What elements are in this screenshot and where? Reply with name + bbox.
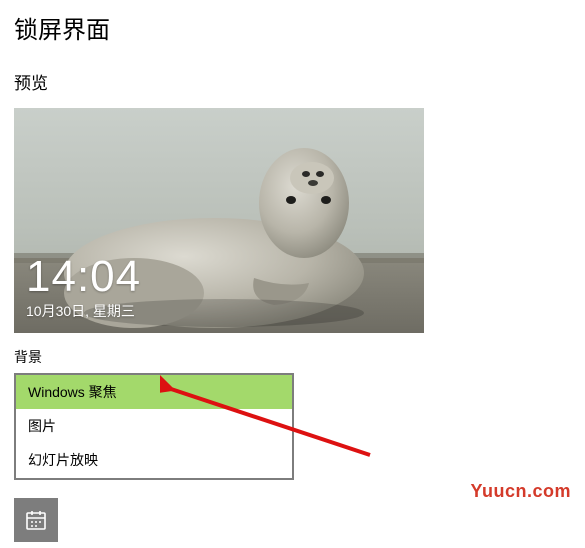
preview-section-label: 预览: [14, 69, 571, 94]
dropdown-option-picture[interactable]: 图片: [16, 409, 292, 443]
calendar-app-button[interactable]: [14, 498, 58, 542]
preview-time: 14:04: [26, 255, 141, 299]
dropdown-option-windows-spotlight[interactable]: Windows 聚焦: [16, 375, 292, 409]
page-title: 锁屏界面: [14, 10, 571, 45]
lockscreen-preview: 14:04 10月30日, 星期三: [14, 108, 424, 333]
background-label: 背景: [14, 347, 571, 367]
background-dropdown[interactable]: Windows 聚焦 图片 幻灯片放映: [14, 373, 294, 480]
preview-date: 10月30日, 星期三: [26, 301, 135, 321]
calendar-icon: [24, 508, 48, 532]
dropdown-option-slideshow[interactable]: 幻灯片放映: [16, 443, 292, 477]
watermark: Yuucn.com: [470, 481, 571, 502]
